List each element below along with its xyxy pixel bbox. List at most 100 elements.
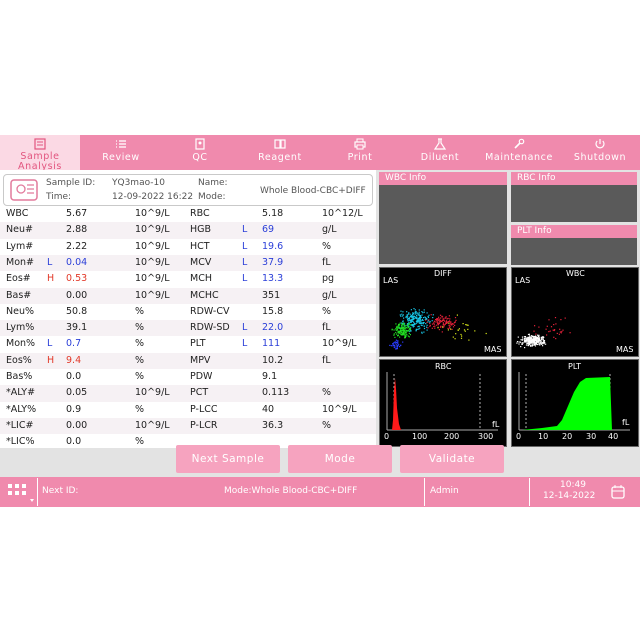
analyzer-logo-icon — [7, 177, 43, 203]
diff-dot — [407, 335, 409, 337]
diff-dot — [445, 321, 447, 323]
mode-button[interactable]: Mode — [288, 445, 392, 473]
wbc-dot — [559, 328, 561, 330]
tab-print[interactable]: Print — [320, 135, 400, 170]
maintenance-icon — [480, 138, 558, 152]
diff-dot — [403, 327, 405, 329]
wbc-dot — [534, 345, 537, 347]
plt-tick: 30 — [586, 432, 597, 441]
result-name: PDW — [190, 371, 213, 382]
diff-dot — [399, 328, 401, 330]
diff-dot — [395, 343, 397, 345]
plt-x-unit: fL — [622, 418, 630, 427]
diff-dot — [403, 324, 405, 327]
diff-dot — [419, 318, 421, 320]
diff-dot — [412, 315, 414, 317]
tab-qc[interactable]: QC — [160, 135, 240, 170]
diff-dot — [428, 314, 430, 316]
diff-dot — [457, 329, 459, 331]
diff-dot — [408, 312, 410, 314]
result-value: 69 — [262, 224, 275, 236]
wbc-dot — [554, 317, 557, 319]
status-mode-text: Mode:Whole Blood-CBC+DIFF — [224, 486, 358, 496]
wbc-dot — [531, 336, 533, 338]
tab-label: QC — [192, 152, 208, 163]
mode-value: Whole Blood-CBC+DIFF — [260, 186, 366, 196]
wbc-dot — [518, 341, 520, 343]
plt-tick: 0 — [516, 432, 522, 441]
result-unit: 10^9/L — [135, 208, 170, 219]
diff-dot — [485, 332, 487, 335]
diff-dot — [397, 334, 399, 336]
diff-dot — [395, 339, 397, 341]
diff-dot — [406, 317, 408, 319]
wbc-dot — [525, 339, 527, 341]
diff-dot — [411, 323, 413, 326]
diff-dot — [395, 328, 397, 330]
diff-dot — [422, 317, 425, 319]
diff-dot — [392, 343, 394, 345]
diff-dot — [401, 323, 403, 326]
diff-dot — [420, 320, 422, 322]
tab-diluent[interactable]: Diluent — [400, 135, 480, 170]
validate-button[interactable]: Validate — [400, 445, 504, 473]
diff-dot — [449, 318, 451, 320]
diff-dot — [450, 322, 452, 324]
wbc-dot — [553, 336, 555, 338]
diff-dot — [426, 326, 428, 328]
diff-dot — [452, 336, 454, 338]
result-value: 0.00 — [66, 419, 88, 431]
wbc-title: WBC — [566, 269, 585, 278]
result-value: 22.0 — [262, 322, 284, 334]
shutdown-icon — [560, 138, 640, 152]
table-row: Eos% H 9.4% MPV 10.2 fL — [0, 352, 376, 369]
result-name: Neu# — [6, 224, 33, 236]
diff-dot — [397, 342, 399, 345]
wbc-dot — [532, 344, 534, 346]
diff-dot — [398, 326, 400, 329]
tab-sample-analysis[interactable]: Sample Analysis — [0, 135, 80, 172]
diff-dot — [390, 345, 392, 347]
table-row: Bas% 0.0% PDW 9.1 — [0, 369, 376, 385]
diff-dot — [395, 323, 397, 325]
diff-dot — [460, 337, 463, 339]
tab-shutdown[interactable]: Shutdown — [560, 135, 640, 170]
wbc-dot — [535, 338, 537, 340]
diff-title: DIFF — [434, 269, 452, 278]
menu-grid-icon[interactable] — [2, 479, 34, 505]
calendar-icon[interactable] — [610, 484, 626, 500]
wbc-dot — [530, 342, 532, 344]
result-unit: % — [135, 338, 145, 350]
tab-reagent[interactable]: Reagent — [240, 135, 320, 170]
diff-dot — [438, 329, 440, 331]
diff-dot — [415, 313, 417, 315]
result-unit: % — [322, 240, 332, 252]
result-unit: % — [135, 322, 145, 334]
table-row: Lym% 39.1% RDW-SD L 22.0 fL — [0, 320, 376, 337]
time-label: Time: — [46, 192, 72, 202]
wbc-dot — [542, 339, 544, 341]
diff-dot — [403, 331, 405, 333]
mode-label: Mode: — [198, 192, 226, 202]
diff-dot — [414, 309, 416, 311]
plt-info-title: PLT Info — [511, 225, 637, 238]
diff-dot — [419, 322, 422, 325]
tab-review[interactable]: Review — [82, 135, 160, 170]
tab-maintenance[interactable]: Maintenance — [480, 135, 558, 170]
diff-dot — [429, 325, 431, 327]
plt-histogram-curve — [522, 377, 612, 430]
diff-dot — [415, 310, 417, 313]
wbc-dot — [530, 339, 532, 341]
diff-dot — [399, 346, 401, 348]
diff-dot — [442, 318, 444, 320]
diff-dot — [420, 315, 422, 317]
diff-dot — [410, 309, 412, 311]
diff-dot — [429, 322, 431, 325]
diff-dot — [440, 317, 442, 319]
diff-dot — [431, 320, 433, 322]
tab-label: Maintenance — [485, 152, 553, 163]
diff-dot — [433, 323, 435, 325]
next-sample-button[interactable]: Next Sample — [176, 445, 280, 473]
diff-dot — [446, 318, 448, 320]
result-name: Lym% — [6, 322, 35, 334]
